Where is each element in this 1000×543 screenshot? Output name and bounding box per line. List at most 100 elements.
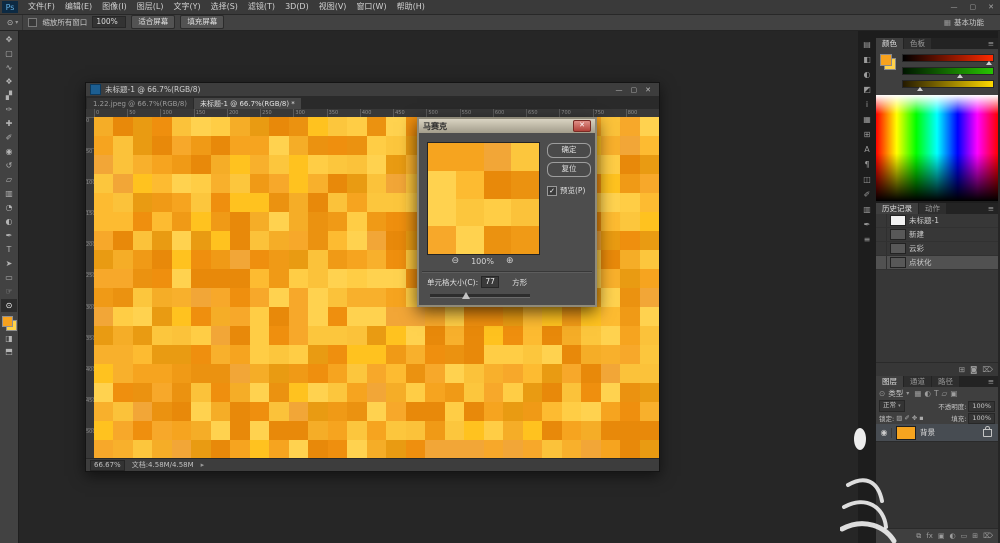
brush-tool[interactable]: ✐ [1, 131, 17, 144]
panel-menu-icon[interactable]: ≡ [988, 38, 998, 49]
panel-tab[interactable]: 通道 [904, 376, 931, 387]
filter-smart-objects-icon[interactable]: ▣ [950, 389, 957, 398]
lock-position-icon[interactable]: ✥ [912, 414, 917, 422]
history-state-row[interactable]: 云彩 [876, 242, 998, 256]
blue-slider[interactable] [902, 80, 994, 88]
zoom-percent-input[interactable]: 100% [92, 16, 126, 28]
filter-type-layers-icon[interactable]: T [934, 389, 939, 398]
panel-icon-navigator[interactable]: ⊞ [860, 129, 874, 140]
fill-input[interactable]: 100% [968, 413, 995, 424]
menu-item[interactable]: 选择(S) [206, 0, 243, 14]
reset-button[interactable]: 复位 [547, 162, 591, 177]
history-state-row[interactable]: 新建 [876, 228, 998, 242]
panel-icon-swatches[interactable]: ▤ [860, 39, 874, 50]
gradient-tool[interactable]: ▥ [1, 187, 17, 200]
dodge-tool[interactable]: ◐ [1, 215, 17, 228]
menu-item[interactable]: 文件(F) [23, 0, 60, 14]
panel-icon-info[interactable]: i [860, 99, 874, 110]
filter-pixel-layers-icon[interactable]: ▦ [914, 389, 921, 398]
history-state-row[interactable]: 未标题-1 [876, 214, 998, 228]
filter-adjustment-layers-icon[interactable]: ◐ [924, 389, 931, 398]
history-source-checkbox[interactable] [876, 214, 887, 227]
type-tool[interactable]: T [1, 243, 17, 256]
panel-icon-timeline[interactable]: ≡ [860, 234, 874, 245]
active-tool-well[interactable]: ⊙ ▾ [3, 14, 23, 30]
rectangle-tool[interactable]: ▭ [1, 271, 17, 284]
layer-mask-icon[interactable]: ▣ [938, 532, 945, 540]
panel-tab[interactable]: 动作 [919, 203, 946, 214]
panel-tab[interactable]: 色板 [904, 38, 931, 49]
panel-menu-icon[interactable]: ≡ [988, 203, 998, 214]
color-spectrum-ramp[interactable] [876, 95, 998, 201]
new-snapshot-camera-icon[interactable]: ◙ [970, 365, 977, 374]
lasso-tool[interactable]: ∿ [1, 61, 17, 74]
panel-icon-paragraph[interactable]: ¶ [860, 159, 874, 170]
document-window-control-icon[interactable]: — [612, 86, 627, 94]
panel-icon-adjustments[interactable]: ◐ [860, 69, 874, 80]
quick-selection-tool[interactable]: ❖ [1, 75, 17, 88]
new-document-from-state-icon[interactable]: ⊞ [959, 365, 965, 374]
panel-icon-paths[interactable]: ✒ [860, 219, 874, 230]
blur-tool[interactable]: ◔ [1, 201, 17, 214]
green-slider[interactable] [902, 67, 994, 75]
new-layer-icon[interactable]: ⊞ [972, 532, 978, 540]
layer-row-background[interactable]: ◉ 背景 [876, 424, 998, 442]
menu-item[interactable]: 帮助(H) [392, 0, 430, 14]
cell-size-input[interactable]: 77 [481, 276, 499, 288]
document-titlebar[interactable]: 未标题-1 @ 66.7%(RGB/8) —▢✕ [86, 83, 659, 97]
window-control-icon[interactable]: ▢ [964, 3, 983, 11]
zoom-out-icon[interactable]: ⊖ [452, 256, 460, 266]
menu-item[interactable]: 视图(V) [314, 0, 352, 14]
layer-filter-label[interactable]: 类型 [888, 388, 903, 399]
panel-tab[interactable]: 历史记录 [876, 203, 918, 214]
menu-item[interactable]: 滤镜(T) [243, 0, 280, 14]
history-source-checkbox[interactable] [876, 242, 887, 255]
hand-tool[interactable]: ☞ [1, 285, 17, 298]
eyedropper-tool[interactable]: ✑ [1, 103, 17, 116]
layer-name[interactable]: 背景 [920, 427, 935, 438]
document-window-control-icon[interactable]: ✕ [641, 86, 655, 94]
panel-icon-clone-source[interactable]: ◫ [860, 174, 874, 185]
screen-mode-icon[interactable]: ⬒ [1, 345, 17, 357]
menu-item[interactable]: 编辑(E) [60, 0, 97, 14]
layer-group-icon[interactable]: ▭ [961, 532, 968, 540]
panel-tab[interactable]: 图层 [876, 376, 903, 387]
panel-icon-masks[interactable]: ◩ [860, 84, 874, 95]
preview-checkbox[interactable]: ✓ [547, 186, 557, 196]
lock-transparency-icon[interactable]: ▨ [896, 414, 902, 422]
menu-item[interactable]: 窗口(W) [351, 0, 391, 14]
panel-tab[interactable]: 路径 [932, 376, 959, 387]
menu-item[interactable]: 3D(D) [280, 0, 314, 14]
chevron-down-icon[interactable]: ▾ [906, 390, 909, 397]
foreground-color-swatch[interactable] [2, 316, 13, 327]
quick-mask-icon[interactable]: ◨ [1, 332, 17, 344]
clone-stamp-tool[interactable]: ◉ [1, 145, 17, 158]
workspace-switcher[interactable]: ▦ 基本功能 [944, 17, 984, 28]
delete-state-icon[interactable]: ⌦ [982, 365, 993, 374]
layer-thumbnail[interactable] [896, 426, 916, 440]
healing-brush-tool[interactable]: ✚ [1, 117, 17, 130]
dialog-preview-mosaic[interactable] [427, 142, 540, 255]
pen-tool[interactable]: ✒ [1, 229, 17, 242]
panel-icon-brush-presets[interactable]: ✐ [860, 189, 874, 200]
crop-tool[interactable]: ▞ [1, 89, 17, 102]
status-arrow-icon[interactable]: ▸ [201, 461, 205, 469]
delete-layer-icon[interactable]: ⌦ [983, 532, 993, 540]
eraser-tool[interactable]: ▱ [1, 173, 17, 186]
slider-thumb[interactable] [462, 292, 470, 299]
lock-pixels-icon[interactable]: ✐ [904, 414, 909, 422]
red-slider[interactable] [902, 54, 994, 62]
zoom-in-icon[interactable]: ⊕ [506, 256, 514, 266]
panel-menu-icon[interactable]: ≡ [988, 376, 998, 387]
fill-screen-button[interactable]: 填充屏幕 [180, 15, 224, 29]
menu-item[interactable]: 文字(Y) [168, 0, 205, 14]
marquee-tool[interactable]: ▢ [1, 47, 17, 60]
ok-button[interactable]: 确定 [547, 143, 591, 158]
history-source-checkbox[interactable] [876, 228, 887, 241]
zoom-all-windows-checkbox[interactable] [28, 18, 37, 27]
history-source-checkbox[interactable] [876, 256, 887, 269]
link-layers-icon[interactable]: ⧉ [916, 532, 921, 541]
panel-icon-styles[interactable]: ◧ [860, 54, 874, 65]
layer-visibility-eye-icon[interactable]: ◉ [879, 428, 892, 438]
menu-item[interactable]: 图像(I) [97, 0, 132, 14]
